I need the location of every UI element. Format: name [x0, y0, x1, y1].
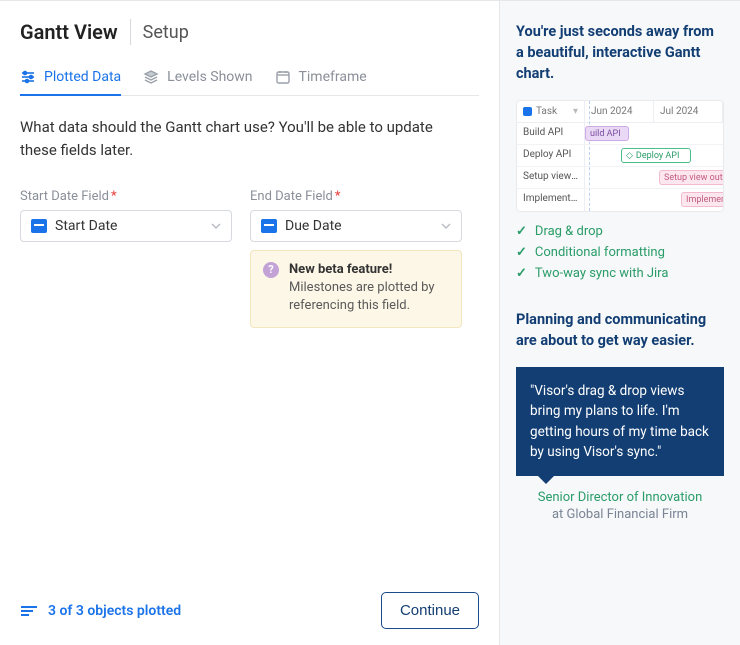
sliders-icon [20, 69, 36, 85]
preview-task-header: Task ▾ [517, 101, 585, 122]
info-sidebar: You're just seconds away from a beautifu… [500, 1, 740, 645]
tab-label: Levels Shown [167, 69, 252, 85]
sidebar-heading-2: Planning and communicating are about to … [516, 309, 724, 351]
month-col: Jun 2024 [585, 101, 654, 122]
check-item: ✓ Drag & drop [516, 224, 724, 239]
page-title: Gantt View [20, 20, 118, 44]
setup-tabs: Plotted Data Levels Shown Timeframe [20, 63, 479, 96]
attribution-role: Senior Director of Innovation [516, 490, 724, 505]
main-panel: Gantt View Setup Plotted Data [0, 1, 500, 645]
lane: Deploy API [585, 145, 723, 166]
tab-label: Timeframe [299, 69, 367, 85]
label-text: End Date Field [250, 189, 333, 204]
row-label: Setup view o… [517, 167, 585, 188]
check-label: Drag & drop [535, 224, 603, 239]
tab-label: Plotted Data [44, 69, 121, 85]
row-label: Deploy API [517, 145, 585, 166]
end-date-field-group: End Date Field* Due Date ? New beta feat… [250, 189, 462, 329]
check-label: Two-way sync with Jira [535, 266, 669, 281]
task-header-text: Task [536, 106, 557, 117]
check-icon: ✓ [516, 245, 527, 260]
preview-row: Build API uild API [517, 123, 723, 145]
testimonial-quote: "Visor's drag & drop views bring my plan… [516, 367, 724, 476]
footer-bar: 3 of 3 objects plotted Continue [20, 580, 479, 629]
date-icon [261, 219, 277, 233]
preview-header: Task ▾ Jun 2024 Jul 2024 [517, 101, 723, 123]
select-value: Start Date [55, 218, 117, 234]
plot-status: 3 of 3 objects plotted [20, 603, 181, 619]
layers-icon [143, 69, 159, 85]
calendar-icon [275, 69, 291, 85]
required-mark: * [111, 189, 117, 204]
gantt-bar: Implement I [681, 192, 724, 207]
continue-button[interactable]: Continue [381, 592, 479, 629]
lane: Implement I [585, 189, 723, 211]
notice-body: Milestones are plotted by referencing th… [289, 280, 435, 313]
check-label: Conditional formatting [535, 245, 665, 260]
end-date-select[interactable]: Due Date [250, 210, 462, 242]
select-value: Due Date [285, 218, 342, 234]
status-text: 3 of 3 objects plotted [48, 603, 181, 619]
chevron-down-icon: ▾ [573, 106, 578, 117]
field-row: Start Date Field* Start Date End Date Fi… [20, 189, 479, 329]
start-date-label: Start Date Field* [20, 189, 232, 204]
lane: uild API [585, 123, 723, 144]
gantt-bar: Deploy API [621, 148, 691, 163]
lane: Setup view outline [585, 167, 723, 188]
preview-row: Setup view o… Setup view outline [517, 167, 723, 189]
help-icon: ? [263, 262, 279, 278]
notice-text: New beta feature! Milestones are plotted… [289, 261, 449, 316]
start-date-select[interactable]: Start Date [20, 210, 232, 242]
testimonial-attribution: Senior Director of Innovation at Global … [516, 490, 724, 522]
page-header: Gantt View Setup [20, 19, 479, 45]
month-col: Jul 2024 [654, 101, 723, 122]
preview-row: Implement I… Implement I [517, 189, 723, 211]
notice-bold: New beta feature! [289, 262, 392, 277]
end-date-label: End Date Field* [250, 189, 462, 204]
beta-notice: ? New beta feature! Milestones are plott… [250, 250, 462, 329]
gantt-preview: Task ▾ Jun 2024 Jul 2024 Build API uild … [516, 100, 724, 212]
square-icon [523, 107, 532, 116]
check-icon: ✓ [516, 266, 527, 281]
row-label: Build API [517, 123, 585, 144]
gantt-bar: uild API [585, 126, 629, 141]
tab-timeframe[interactable]: Timeframe [275, 63, 367, 95]
chevron-down-icon [211, 221, 221, 231]
start-date-field-group: Start Date Field* Start Date [20, 189, 232, 329]
prompt-text: What data should the Gantt chart use? Yo… [20, 116, 460, 163]
check-item: ✓ Conditional formatting [516, 245, 724, 260]
status-icon [20, 604, 38, 618]
date-icon [31, 219, 47, 233]
sidebar-heading-1: You're just seconds away from a beautifu… [516, 21, 724, 84]
label-text: Start Date Field [20, 189, 109, 204]
page-subtitle: Setup [143, 22, 189, 43]
tab-levels-shown[interactable]: Levels Shown [143, 63, 252, 95]
feature-checks: ✓ Drag & drop ✓ Conditional formatting ✓… [516, 224, 724, 281]
gantt-bar: Setup view outline [659, 170, 724, 185]
preview-row: Deploy API Deploy API [517, 145, 723, 167]
row-label: Implement I… [517, 189, 585, 211]
attribution-org: at Global Financial Firm [516, 507, 724, 522]
check-icon: ✓ [516, 224, 527, 239]
header-divider [130, 19, 131, 45]
chevron-down-icon [441, 221, 451, 231]
required-mark: * [335, 189, 341, 204]
check-item: ✓ Two-way sync with Jira [516, 266, 724, 281]
tab-plotted-data[interactable]: Plotted Data [20, 63, 121, 95]
